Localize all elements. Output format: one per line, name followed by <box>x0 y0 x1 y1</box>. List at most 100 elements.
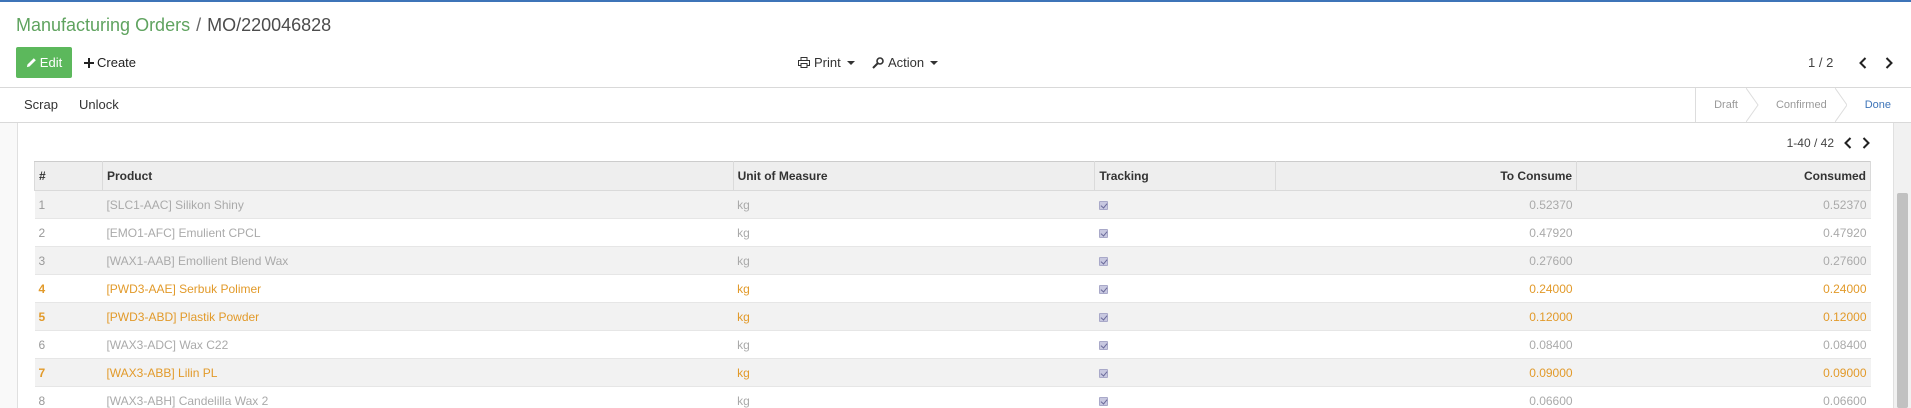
edit-button-label: Edit <box>39 55 63 70</box>
to-consume-cell: 0.52370 <box>1275 190 1577 219</box>
edit-button[interactable]: Edit <box>16 47 72 78</box>
action-label: Action <box>888 55 925 70</box>
tracking-checkbox <box>1098 256 1108 266</box>
form-sheet: 1-40 / 42 # Product Unit of Measure Trac… <box>17 123 1894 408</box>
to-consume-cell: 0.27600 <box>1275 246 1577 275</box>
uom-cell: kg <box>733 386 1095 408</box>
pager-previous-button[interactable] <box>1853 53 1873 73</box>
consumed-cell: 0.06600 <box>1576 386 1871 408</box>
consumed-cell: 0.24000 <box>1576 274 1871 303</box>
tracking-cell <box>1094 302 1276 331</box>
stage-draft-label: Draft <box>1714 99 1738 111</box>
stage-confirmed-label: Confirmed <box>1775 99 1827 111</box>
consumed-cell: 0.08400 <box>1576 330 1871 359</box>
column-header-tracking[interactable]: Tracking <box>1094 161 1277 191</box>
scrollbar-thumb[interactable] <box>1897 193 1908 408</box>
breadcrumb-separator: / <box>196 15 202 35</box>
column-header-index[interactable]: # <box>34 161 103 191</box>
control-panel: Manufacturing Orders / MO/220046828 Edit C… <box>0 2 1911 88</box>
to-consume-cell: 0.47920 <box>1275 218 1577 247</box>
tracking-checkbox <box>1098 368 1108 378</box>
chevron-right-icon <box>1885 57 1893 69</box>
tracking-cell <box>1094 190 1276 219</box>
table-row[interactable]: 1 [SLC1-AAC] Silikon Shiny kg 0.52370 0.5237… <box>34 190 1871 219</box>
caret-down-icon <box>846 60 855 65</box>
tracking-cell <box>1094 218 1276 247</box>
tracking-cell <box>1094 274 1276 303</box>
uom-cell: kg <box>733 218 1095 247</box>
plus-icon <box>84 57 94 68</box>
tracking-checkbox <box>1098 397 1108 407</box>
tracking-cell <box>1094 246 1276 275</box>
uom-cell: kg <box>733 190 1095 219</box>
tracking-checkbox <box>1098 200 1108 210</box>
form-statusbar: Scrap Unlock Draft Confirmed Done ▲ <box>0 88 1911 195</box>
table-header-row: # Product Unit of Measure Tracking To Co… <box>34 161 1871 191</box>
scrap-button[interactable]: Scrap <box>24 97 58 112</box>
printer-icon <box>798 57 810 68</box>
uom-cell: kg <box>733 358 1095 387</box>
stage-done[interactable]: Done <box>1846 88 1911 122</box>
uom-cell: kg <box>733 330 1095 359</box>
column-header-consumed[interactable]: Consumed <box>1576 161 1871 191</box>
product-cell: [WAX3-ABH] Candelilla Wax 2 <box>102 386 734 408</box>
create-button[interactable]: Create <box>84 47 136 78</box>
status-stages: Draft Confirmed Done <box>1695 88 1911 122</box>
column-header-to-consume[interactable]: To Consume <box>1275 161 1578 191</box>
pencil-icon <box>26 58 36 68</box>
table-row[interactable]: 4 [PWD3-AAE] Serbuk Polimer kg 0.24000 0.240… <box>34 274 1871 303</box>
wrench-icon <box>872 56 884 69</box>
breadcrumb-parent-link[interactable]: Manufacturing Orders <box>16 15 190 35</box>
column-header-product[interactable]: Product <box>101 161 734 191</box>
consumed-cell: 0.27600 <box>1576 246 1871 275</box>
product-cell: [WAX1-AAB] Emollient Blend Wax <box>102 246 734 275</box>
to-consume-cell: 0.12000 <box>1275 302 1577 331</box>
tracking-cell <box>1094 358 1276 387</box>
to-consume-cell: 0.06600 <box>1275 386 1577 408</box>
uom-cell: kg <box>733 246 1095 275</box>
uom-cell: kg <box>733 274 1095 303</box>
row-index-cell: 7 <box>34 358 103 387</box>
print-dropdown[interactable]: Print <box>798 47 855 78</box>
tracking-cell <box>1094 386 1276 408</box>
tracking-checkbox <box>1098 284 1108 294</box>
tracking-checkbox <box>1098 312 1108 322</box>
table-row[interactable]: 8 [WAX3-ABH] Candelilla Wax 2 kg 0.06600 0.0… <box>34 386 1871 408</box>
column-header-uom[interactable]: Unit of Measure <box>732 161 1096 191</box>
caret-down-icon <box>930 60 939 65</box>
row-index-cell: 6 <box>34 330 103 359</box>
row-index-cell: 5 <box>34 302 103 331</box>
to-consume-cell: 0.09000 <box>1275 358 1577 387</box>
record-pager: 1 / 2 <box>1808 55 1834 70</box>
table-row[interactable]: 7 [WAX3-ABB] Lilin PL kg 0.09000 0.09000 <box>34 358 1871 387</box>
row-index-cell: 8 <box>34 386 103 408</box>
tracking-cell <box>1094 330 1276 359</box>
action-dropdown[interactable]: Action <box>872 47 939 78</box>
product-cell: [WAX3-ADC] Wax C22 <box>102 330 734 359</box>
table-row[interactable]: 2 [EMO1-AFC] Emulient CPCL kg 0.47920 0.4792… <box>34 218 1871 247</box>
list-pager-text[interactable]: 1-40 / 42 <box>1787 136 1834 150</box>
table-row[interactable]: 3 [WAX1-AAB] Emollient Blend Wax kg 0.27600… <box>34 246 1871 275</box>
consumed-cell: 0.09000 <box>1576 358 1871 387</box>
stage-done-label: Done <box>1864 99 1891 111</box>
table-row[interactable]: 5 [PWD3-ABD] Plastik Powder kg 0.12000 0.120… <box>34 302 1871 331</box>
list-pager: 1-40 / 42 <box>1787 136 1870 150</box>
stage-draft[interactable]: Draft <box>1696 88 1759 122</box>
to-consume-cell: 0.24000 <box>1275 274 1577 303</box>
product-cell: [PWD3-ABD] Plastik Powder <box>102 302 734 331</box>
chevron-left-icon <box>1859 57 1867 69</box>
table-row[interactable]: 6 [WAX3-ADC] Wax C22 kg 0.08400 0.08400 <box>34 330 1871 359</box>
unlock-button[interactable]: Unlock <box>79 97 119 112</box>
breadcrumb: Manufacturing Orders / MO/220046828 <box>16 15 331 36</box>
chevron-left-icon[interactable] <box>1844 137 1852 149</box>
to-consume-cell: 0.08400 <box>1275 330 1577 359</box>
tracking-checkbox <box>1098 340 1108 350</box>
print-label: Print <box>814 55 841 70</box>
consumed-cell: 0.47920 <box>1576 218 1871 247</box>
consumed-cell: 0.52370 <box>1576 190 1871 219</box>
row-index-cell: 2 <box>34 218 103 247</box>
pager-next-button[interactable] <box>1879 53 1899 73</box>
chevron-right-icon[interactable] <box>1862 137 1870 149</box>
stage-confirmed[interactable]: Confirmed <box>1758 88 1848 122</box>
uom-cell: kg <box>733 302 1095 331</box>
